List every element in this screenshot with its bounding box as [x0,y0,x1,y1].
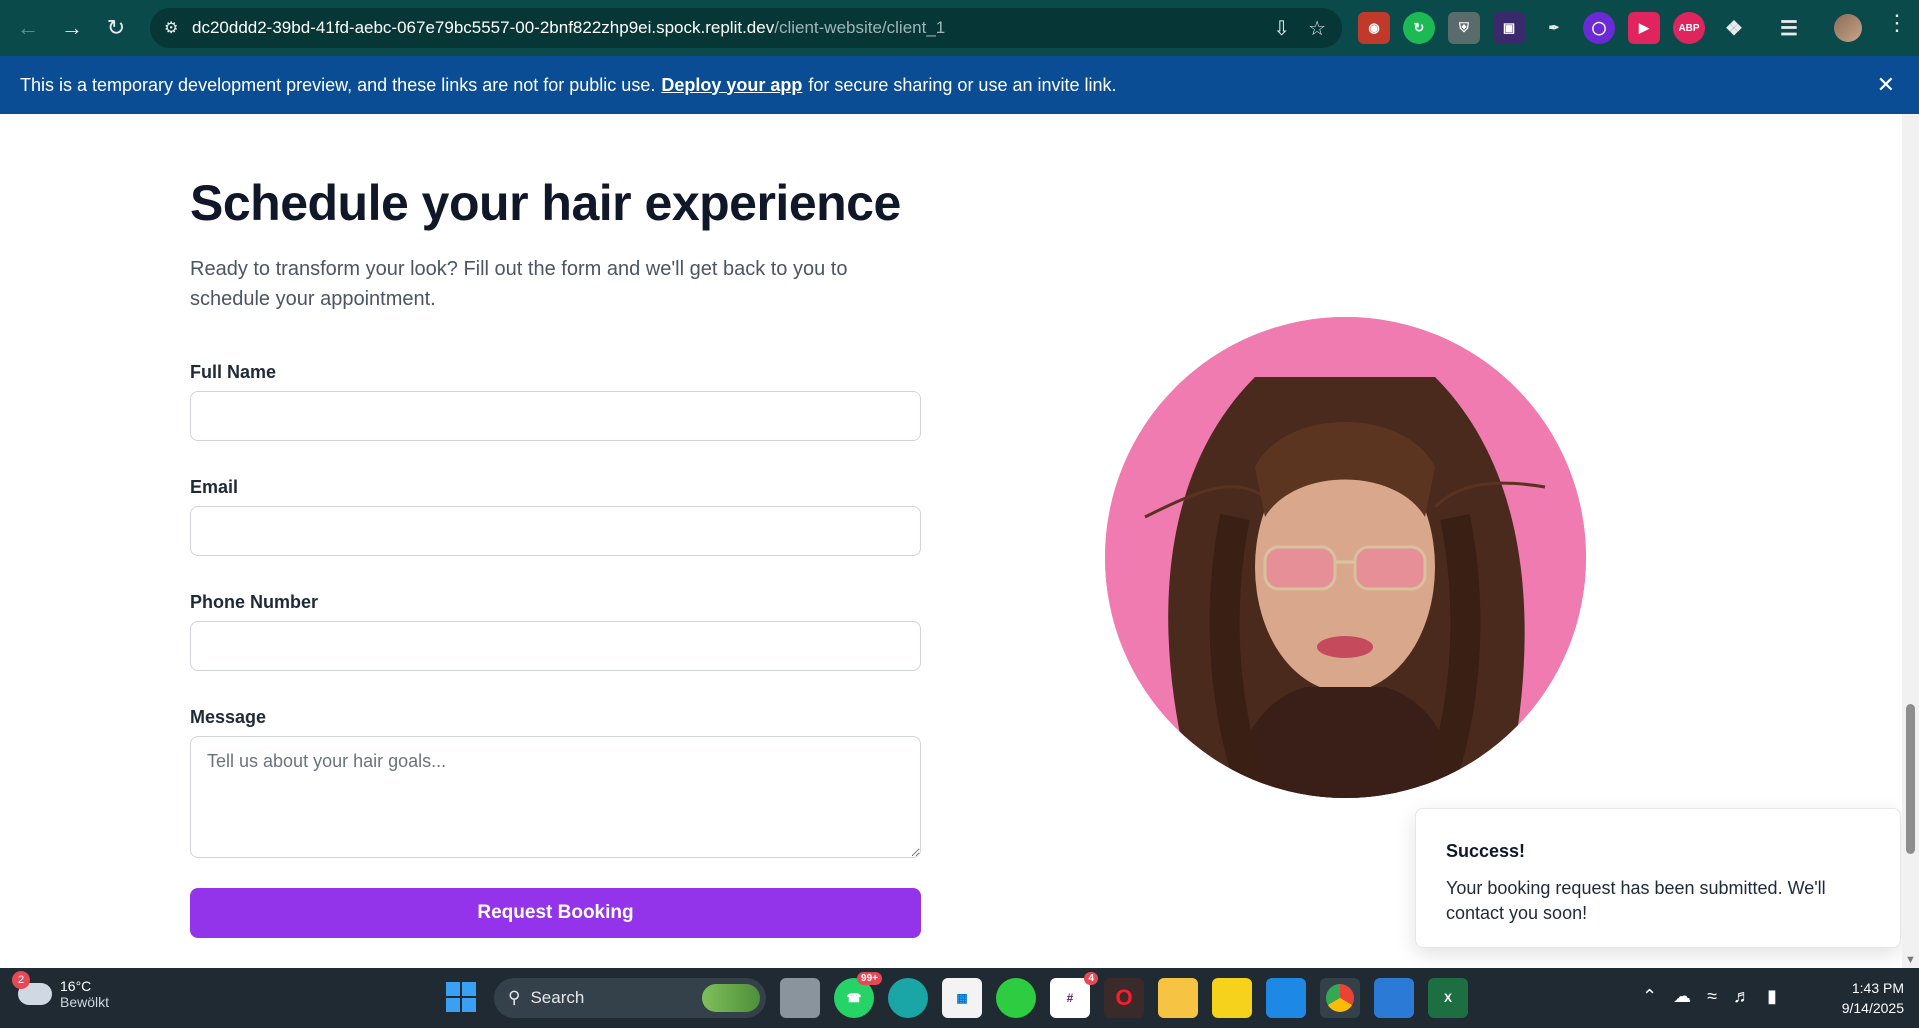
full-name-input[interactable] [190,391,921,441]
sticky-notes-icon[interactable] [1212,978,1252,1018]
weather-widget[interactable]: 2 16°C Bewölkt [12,971,110,1010]
bookmark-star-icon[interactable]: ☆ [1308,16,1326,41]
profile-avatar[interactable] [1834,14,1862,42]
page-title: Schedule your hair experience [190,175,901,231]
opera-icon[interactable]: O [1104,978,1144,1018]
media-control-icon[interactable]: ☰ [1773,12,1805,44]
email-label: Email [190,477,239,497]
edge-icon[interactable] [888,978,928,1018]
search-highlight-image [702,984,760,1012]
scroll-down-icon[interactable]: ▼ [1905,954,1916,966]
scrollbar-thumb[interactable] [1906,704,1915,854]
clock-date: 9/14/2025 [1841,1000,1904,1016]
page-scrollbar[interactable]: ▼ [1902,114,1919,968]
extensions-row: ◉ ↻ ⛨ ▣ ✒ ◯ ▶ ABP ❖ ☰ [1358,12,1805,44]
toast-title: Success! [1446,841,1526,861]
excel-icon[interactable]: X [1428,978,1468,1018]
close-icon[interactable]: ✕ [1877,72,1895,98]
extension-capture-icon[interactable]: ▣ [1493,12,1525,44]
request-booking-button[interactable]: Request Booking [190,888,921,938]
onedrive-icon[interactable]: ☁ [1673,986,1691,1007]
tray-chevron-icon[interactable]: ⌃ [1642,986,1657,1007]
forward-button[interactable]: → [52,8,92,48]
url-host: dc20ddd2-39bd-41fd-aebc-067e79bc5557-00-… [192,18,775,37]
hero-portrait-image [1105,317,1586,798]
extension-pen-icon[interactable]: ✒ [1538,12,1570,44]
search-icon: ⚲ [508,988,521,1007]
address-bar[interactable]: ⚙ dc20ddd2-39bd-41fd-aebc-067e79bc5557-0… [150,8,1342,48]
weather-badge: 2 [12,971,30,989]
battery-icon[interactable]: ▮ [1767,986,1777,1007]
url-path: /client-website/client_1 [774,18,946,37]
weather-desc: Bewölkt [60,994,110,1010]
volume-icon[interactable]: ♬ [1733,986,1751,1007]
full-name-label: Full Name [190,362,277,382]
phone-label: Phone Number [190,592,319,612]
whatsapp-icon[interactable]: ☎ 99+ [834,972,882,1018]
page-subtitle: Ready to transform your look? Fill out t… [190,258,848,310]
search-label: Search [530,988,585,1007]
message-textarea[interactable] [190,736,921,858]
adblock-plus-icon[interactable]: ABP [1673,12,1705,44]
browser-toolbar: ← → ↻ ⚙ dc20ddd2-39bd-41fd-aebc-067e79bc… [0,0,1919,56]
dev-preview-banner: This is a temporary development preview,… [0,56,1919,114]
site-info-icon[interactable]: ⚙ [164,18,192,38]
browser-menu-icon[interactable]: ⋮ [1886,10,1908,36]
clock-time: 1:43 PM [1851,980,1904,996]
extension-color-icon[interactable]: ◯ [1583,12,1615,44]
portrait-illustration [1105,317,1586,798]
slack-icon[interactable]: #4 [1050,972,1098,1018]
windows-taskbar: 2 16°C Bewölkt ⚲ Search ☎ 99+ ▦ #4 O X ⌃ … [0,968,1919,1028]
message-label: Message [190,707,267,727]
green-app-icon[interactable] [996,978,1036,1018]
extension-puzzle-red-icon[interactable]: ◉ [1358,12,1390,44]
extension-video-icon[interactable]: ▶ [1628,12,1660,44]
back-button[interactable]: ← [8,8,48,48]
taskbar-search[interactable]: ⚲ Search [494,978,766,1018]
email-input[interactable] [190,506,921,556]
success-toast: Success! Your booking request has been s… [1415,808,1901,948]
file-explorer-icon[interactable] [1158,978,1198,1018]
deploy-app-link[interactable]: Deploy your app [661,75,802,96]
extension-sync-icon[interactable]: ↻ [1403,12,1435,44]
reload-button[interactable]: ↻ [96,8,136,48]
toast-body: Your booking request has been submitted.… [1446,878,1826,923]
slack-badge: 4 [1084,972,1098,985]
extensions-menu-icon[interactable]: ❖ [1718,12,1750,44]
taskbar-apps: ☎ 99+ ▦ #4 O X [780,972,1468,1018]
extension-shield-icon[interactable]: ⛨ [1448,12,1480,44]
whatsapp-badge: 99+ [857,972,882,985]
windows-start-icon[interactable] [446,982,476,1012]
cloud-icon: 2 [12,971,52,1005]
wifi-icon[interactable]: ≈ [1707,986,1717,1007]
taskbar-clock[interactable]: 1:43 PM 9/14/2025 [1812,978,1904,1018]
photos-icon[interactable] [1266,978,1306,1018]
phone-input[interactable] [190,621,921,671]
page-content: Schedule your hair experience Ready to t… [0,114,1919,968]
weather-temp: 16°C [60,978,92,994]
install-app-icon[interactable]: ⇩ [1273,16,1290,41]
paint-icon[interactable] [1374,978,1414,1018]
banner-text-before: This is a temporary development preview,… [20,74,656,95]
banner-text-after: for secure sharing or use an invite link… [808,74,1117,95]
system-tray: ⌃ ☁ ≈ ♬ ▮ [1642,986,1777,1007]
microsoft-store-icon[interactable]: ▦ [942,978,982,1018]
chrome-icon[interactable] [1320,978,1360,1018]
task-view-icon[interactable] [780,978,820,1018]
